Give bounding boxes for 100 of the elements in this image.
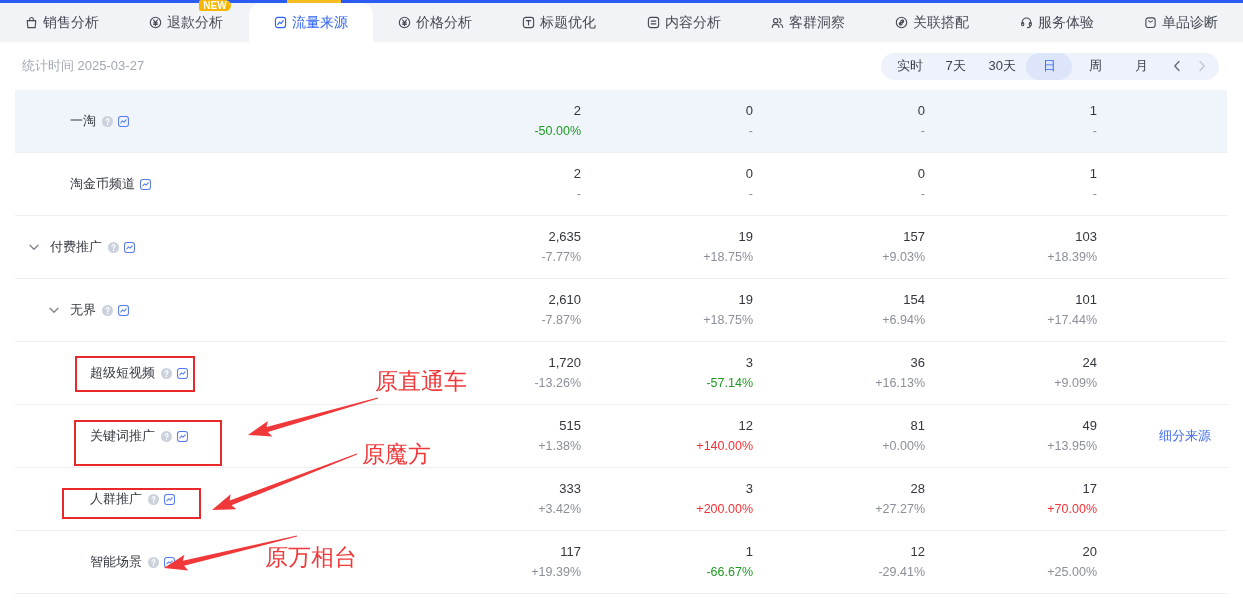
metric-value: 12: [910, 544, 925, 560]
active-tab-indicator: [286, 0, 341, 3]
change-percent: +18.39%: [1047, 249, 1097, 265]
change-percent: +200.00%: [696, 501, 753, 517]
annotation-text: 原万相台: [265, 544, 357, 570]
change-percent: +3.42%: [538, 501, 581, 517]
change-percent: -13.26%: [534, 375, 581, 391]
metric-value: 36: [910, 355, 925, 371]
trend-chart-icon[interactable]: [177, 367, 188, 379]
change-percent: -: [748, 123, 753, 139]
trend-chart-icon[interactable]: [164, 493, 175, 505]
metric-value: 1: [745, 544, 753, 560]
metric-value: 28: [910, 481, 925, 497]
change-percent: +18.75%: [703, 312, 753, 328]
row-label: 无界: [70, 301, 96, 319]
change-percent: +140.00%: [696, 438, 753, 454]
change-percent: -7.87%: [541, 312, 581, 328]
tab[interactable]: 关联搭配: [895, 12, 970, 33]
change-percent: +6.94%: [882, 312, 925, 328]
row-label: 关键词推广: [90, 427, 155, 445]
trend-chart-icon[interactable]: [177, 430, 188, 442]
change-percent: +1.38%: [538, 438, 581, 454]
tab[interactable]: 服务体验: [1019, 12, 1094, 33]
metric-value: 2,635: [548, 229, 581, 245]
period-option[interactable]: 月: [1118, 52, 1164, 80]
metric-value: 2: [573, 166, 581, 182]
metric-value: 17: [1082, 481, 1097, 497]
row-label: 淘金币频道: [70, 175, 135, 193]
metric-value: 157: [903, 229, 925, 245]
trend-chart-icon[interactable]: [164, 556, 175, 568]
metric-value: 19: [738, 229, 753, 245]
table-row[interactable]: 付费推广 2,635 -7.77% 19 +18.75% 157 +9.03% 103 +18.39%: [15, 216, 1227, 279]
metric-value: 2: [573, 103, 581, 119]
change-percent: -50.00%: [534, 123, 581, 139]
change-percent: +16.13%: [875, 375, 925, 391]
letter-t-icon: [522, 16, 536, 29]
row-label: 智能场景: [90, 553, 142, 571]
tab[interactable]: 单品诊断: [1143, 12, 1218, 33]
metric-value: 0: [917, 166, 925, 182]
trend-chart-icon[interactable]: [118, 304, 129, 316]
smile-square-icon: [1143, 16, 1157, 29]
metric-value: 49: [1082, 418, 1097, 434]
trend-chart-icon: [273, 16, 287, 29]
metric-value: 154: [903, 292, 925, 308]
link-circle-icon: [895, 16, 909, 29]
metric-value: 515: [559, 418, 581, 434]
row-label: 付费推广: [50, 238, 102, 256]
stat-time-text: 统计时间 2025-03-27: [22, 57, 145, 75]
change-percent: +19.39%: [531, 564, 581, 580]
trend-chart-icon[interactable]: [140, 178, 151, 190]
tab[interactable]: 内容分析: [646, 12, 721, 33]
new-badge: NEW: [199, 0, 231, 11]
metric-value: 101: [1075, 292, 1097, 308]
metric-value: 1: [1089, 166, 1097, 182]
change-percent: -57.14%: [706, 375, 753, 391]
tab[interactable]: 退款分析: [149, 12, 224, 33]
tab[interactable]: 流量来源: [248, 3, 373, 42]
row-label: 超级短视频: [90, 364, 155, 382]
period-option[interactable]: 日: [1026, 52, 1072, 80]
metric-value: 1,720: [548, 355, 581, 371]
period-option[interactable]: 实时: [886, 52, 933, 80]
metric-value: 20: [1082, 544, 1097, 560]
annotation-text: 原魔方: [362, 441, 431, 467]
change-percent: -: [1092, 186, 1097, 202]
metric-value: 24: [1082, 355, 1097, 371]
period-option[interactable]: 周: [1072, 52, 1118, 80]
table-row[interactable]: 一淘 2 -50.00% 0 - 0 - 1 -: [15, 90, 1227, 153]
metric-value: 19: [738, 292, 753, 308]
tab[interactable]: 价格分析: [398, 12, 473, 33]
table-row[interactable]: 淘金币频道 2 - 0 - 0 - 1 -: [15, 153, 1227, 216]
yen-circle-icon: [149, 16, 163, 29]
change-percent: +25.00%: [1047, 564, 1097, 580]
people-icon: [770, 16, 784, 29]
change-percent: +18.75%: [703, 249, 753, 265]
change-percent: -: [1092, 123, 1097, 139]
chevron-left-icon[interactable]: [1172, 60, 1181, 72]
metric-value: 3: [745, 355, 753, 371]
trend-chart-icon[interactable]: [118, 115, 129, 127]
table-row[interactable]: 无界 2,610 -7.87% 19 +18.75% 154 +6.94% 101 +17.44%: [15, 279, 1227, 342]
change-percent: -: [576, 186, 581, 202]
tab[interactable]: 标题优化: [522, 12, 597, 33]
metric-value: 81: [910, 418, 925, 434]
change-percent: -: [920, 186, 925, 202]
change-percent: +27.27%: [875, 501, 925, 517]
period-option[interactable]: 30天: [978, 52, 1026, 80]
change-percent: +70.00%: [1047, 501, 1097, 517]
change-percent: +9.09%: [1054, 375, 1097, 391]
change-percent: +13.95%: [1047, 438, 1097, 454]
breakdown-link[interactable]: 细分来源: [1159, 427, 1211, 445]
metric-value: 1: [1089, 103, 1097, 119]
tab[interactable]: 客群洞察: [770, 12, 845, 33]
metric-value: 12: [738, 418, 753, 434]
yen-circle-icon: [398, 16, 412, 29]
annotation-text: 原直通车: [375, 368, 467, 394]
change-percent: -: [748, 186, 753, 202]
period-option[interactable]: 7天: [932, 52, 979, 80]
tab[interactable]: 销售分析: [25, 12, 100, 33]
document-icon: [646, 16, 660, 29]
metric-value: 0: [745, 166, 753, 182]
trend-chart-icon[interactable]: [124, 241, 135, 253]
